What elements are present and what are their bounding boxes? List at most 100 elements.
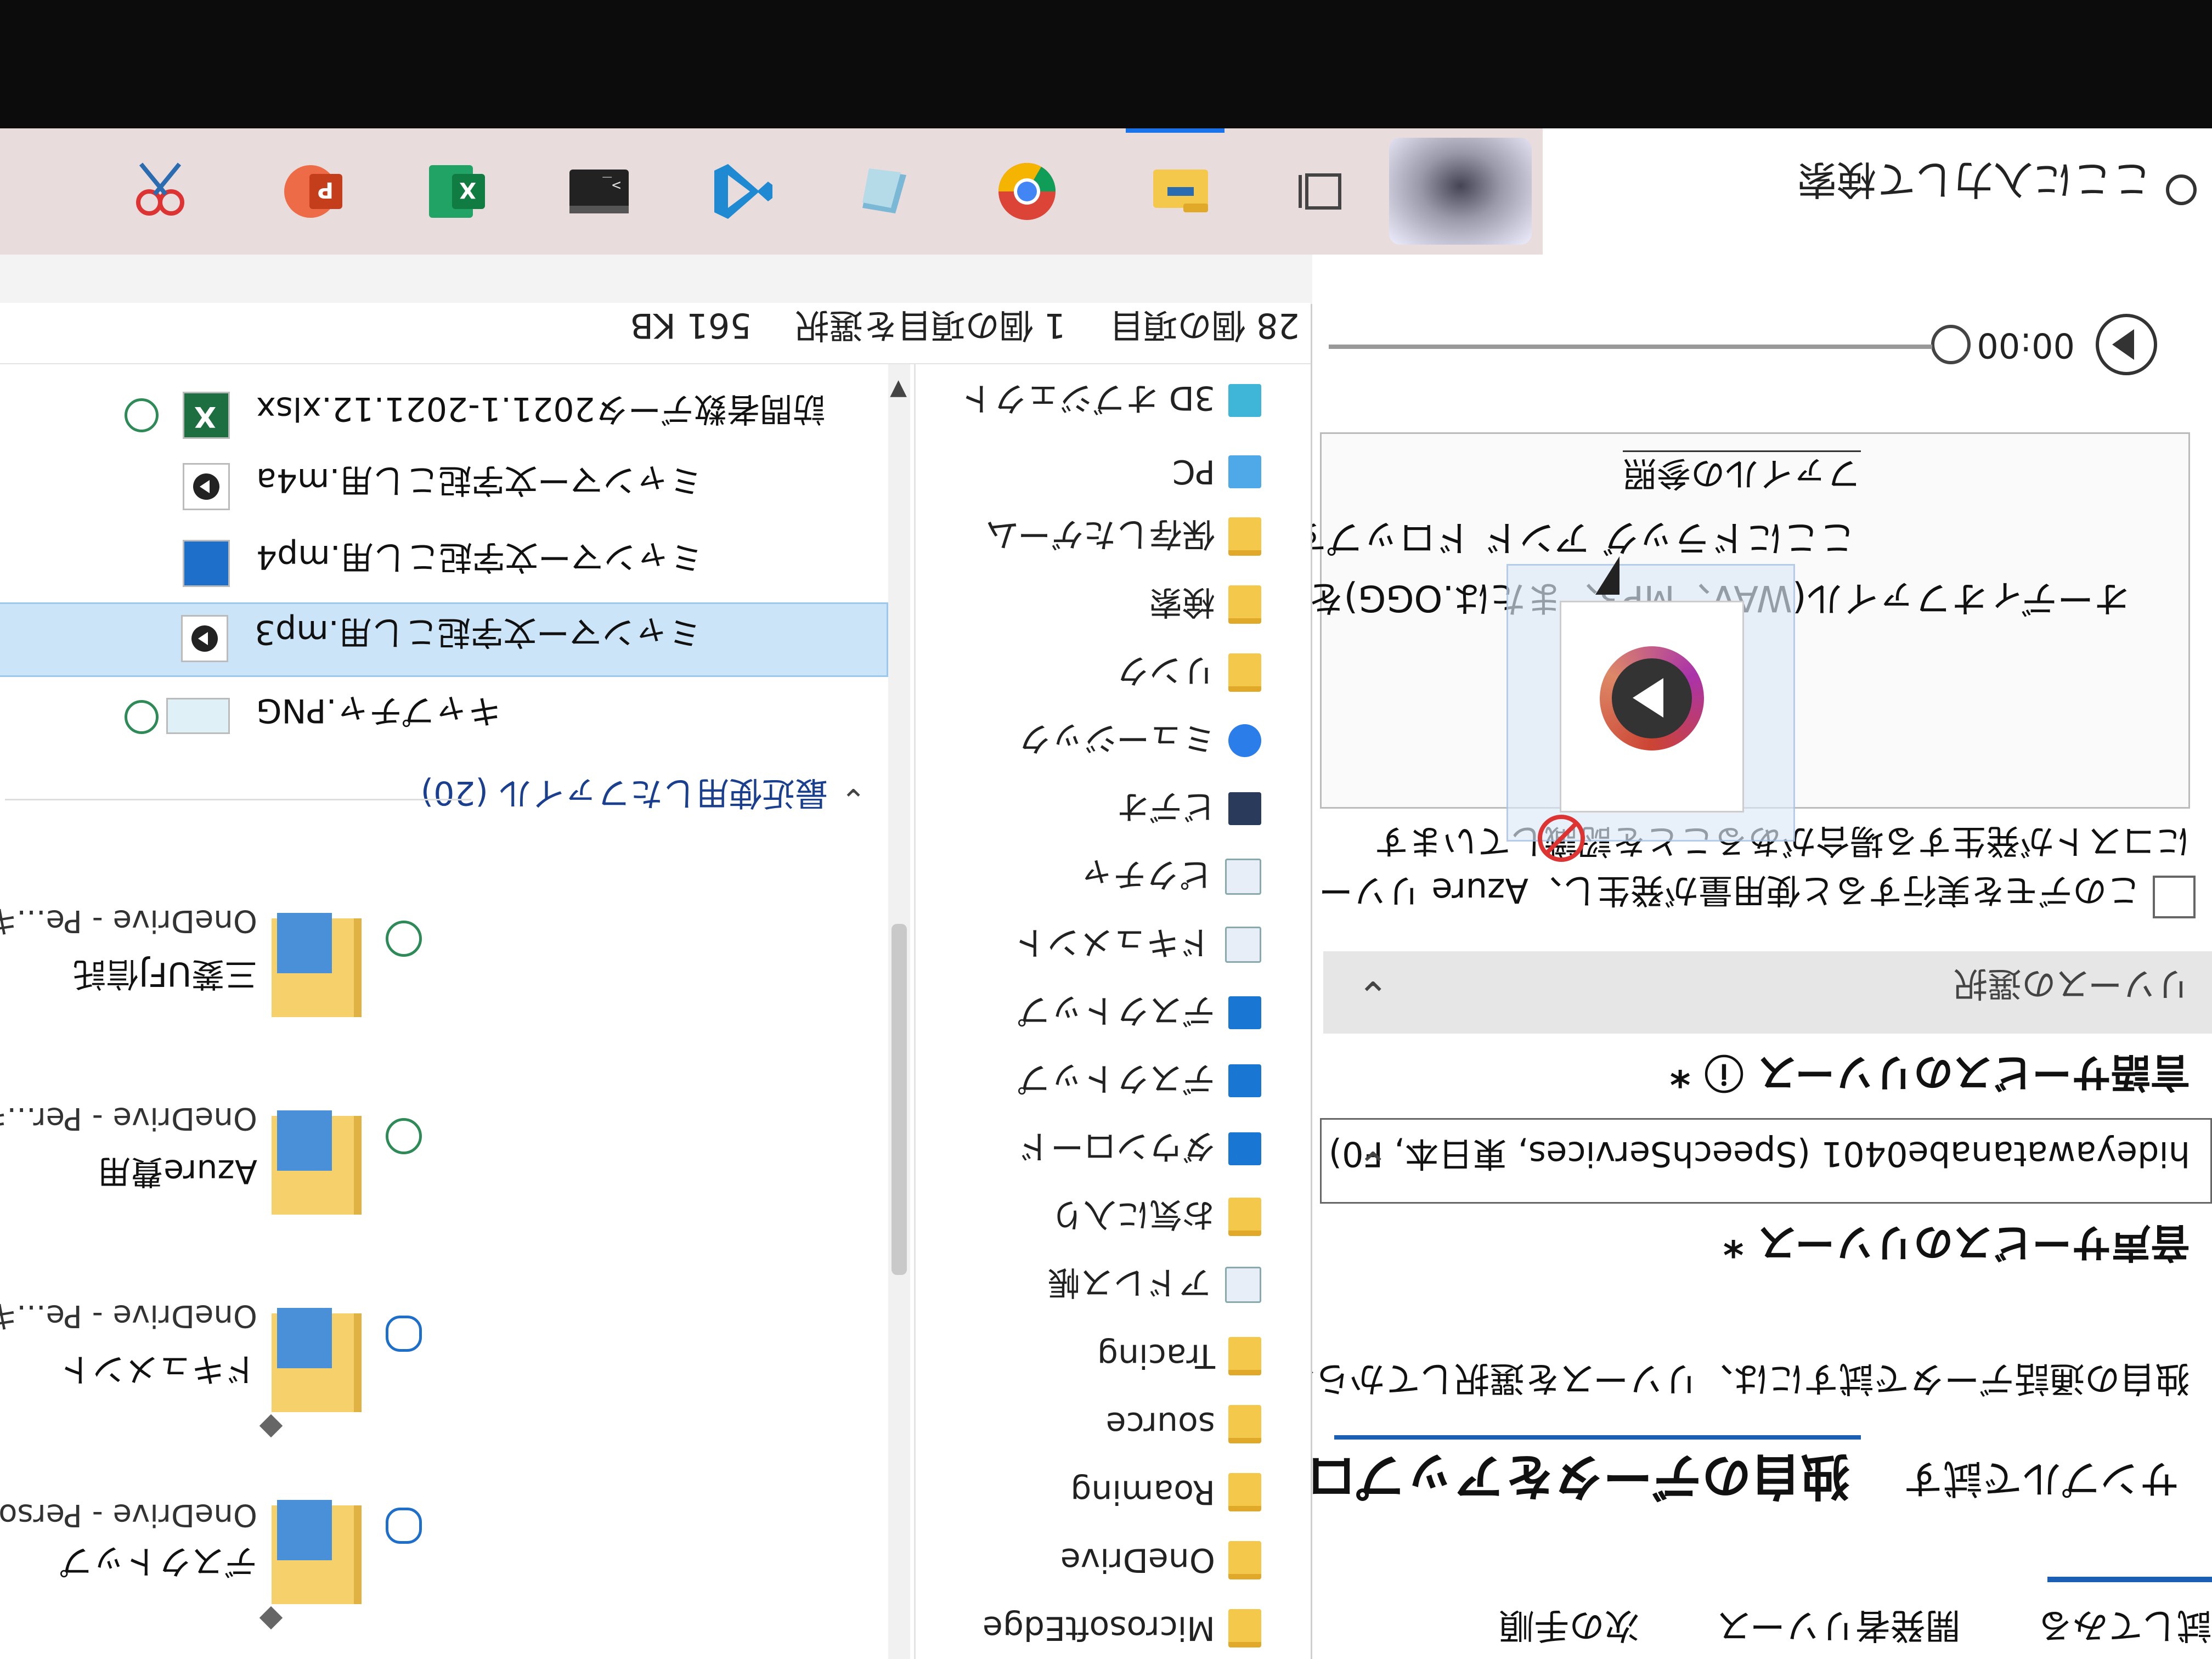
sidebar-item[interactable]: デスクトップ <box>1018 971 1261 1037</box>
excel-icon[interactable]: X <box>424 159 489 224</box>
tile-location: OneDrive - Pe...ギスクトップ <box>0 1298 257 1334</box>
mp4-file-icon <box>183 540 230 587</box>
sidebar-item-label: Tracing <box>1097 1336 1215 1375</box>
file-row[interactable]: ミャンマー文字起こし用.m4a <box>0 452 888 523</box>
scroll-up-arrow-icon[interactable]: ▼ <box>890 377 907 403</box>
file-row[interactable]: ミャンマー文字起こし用.mp3 <box>0 602 888 677</box>
play-button[interactable] <box>2096 314 2157 375</box>
search-icon <box>2166 174 2197 205</box>
sidebar-item[interactable]: お気に入り <box>1051 1175 1261 1241</box>
chrome-icon[interactable] <box>994 159 1060 224</box>
xlsx-file-icon <box>183 392 230 439</box>
sidebar-item[interactable]: リンク <box>1116 631 1261 697</box>
file-row[interactable]: 訪問者数データ2021.1-2021.12.xlsx <box>0 381 888 452</box>
taskbar: ここに入力して検索 >_ X P <box>0 128 2212 255</box>
sidebar-item[interactable]: ピクチャ <box>1081 835 1261 901</box>
sidebar-item[interactable]: source <box>1106 1379 1261 1445</box>
sidebar-item-label: お気に入り <box>1051 1195 1215 1233</box>
chevron-down-icon: ⌄ <box>1357 972 1389 1017</box>
files-app-icon[interactable] <box>851 159 917 224</box>
tile-title: 三菱UFJ信託 <box>72 955 257 993</box>
status-text: 28 個の項目 1 個の項目を選択 561 KB <box>597 304 1300 353</box>
folder-icon <box>1228 1609 1261 1647</box>
chevron-down-icon[interactable]: ⌄ <box>840 781 866 817</box>
quick-access-tile[interactable]: 三菱UFJ信託 OneDrive - Pe...ギスクトップ <box>0 874 422 1039</box>
seek-handle[interactable] <box>1931 325 1971 364</box>
sidebar-item[interactable]: OneDrive <box>1060 1515 1261 1581</box>
taskbar-search[interactable]: ここに入力して検索 <box>1543 128 2212 255</box>
status-selected: 1 個の項目を選択 <box>795 306 1066 346</box>
language-resource-placeholder: リソースの選択 <box>1954 964 2190 1004</box>
sidebar-item[interactable]: 3D オブジェクト <box>961 359 1261 425</box>
seek-track[interactable] <box>1329 345 1932 349</box>
player-time: 00:00 <box>1977 325 2075 365</box>
sidebar-item[interactable]: Tracing <box>1097 1311 1261 1377</box>
scrollbar-thumb[interactable] <box>891 924 907 1275</box>
search-placeholder: ここに入力して検索 <box>1797 156 2152 202</box>
sidebar-item-label: Roaming <box>1070 1472 1215 1511</box>
sidebar-item-label: 3D オブジェクト <box>961 379 1215 417</box>
sidebar-item[interactable]: ダウンロード <box>1018 1107 1261 1173</box>
consent-checkbox[interactable] <box>2153 876 2196 918</box>
web-page: 試してみる 開発者リソース 次の手順 サンプルで試す 独自のデータをアップロード… <box>1183 255 2212 1659</box>
file-explorer-window: 3D オブジェクト PC 保存したゲーム 検索 リンク ミュージック ビデオ ピクチャ ドキュメ… <box>0 303 1312 1659</box>
sidebar-item[interactable]: ビデオ <box>1116 767 1261 833</box>
blue-icon <box>1228 1064 1261 1098</box>
media-play-icon <box>193 473 219 500</box>
recent-files-header[interactable]: 最近使用したファイル (20) <box>421 772 828 820</box>
powerpoint-icon[interactable]: P <box>281 159 347 224</box>
folder-thumbnail <box>277 1110 332 1171</box>
svg-text:>_: >_ <box>602 176 621 195</box>
snipping-tool-icon[interactable] <box>127 159 193 224</box>
file-explorer-icon[interactable] <box>1148 159 1214 224</box>
terminal-icon[interactable]: >_ <box>566 159 632 224</box>
sidebar-item[interactable]: Roaming <box>1070 1447 1261 1513</box>
cloud-sync-icon <box>386 1316 422 1352</box>
sidebar-item[interactable]: 検索 <box>1149 563 1261 629</box>
tab-try[interactable]: 試してみる <box>2038 1605 2212 1645</box>
m4a-file-icon <box>183 463 230 510</box>
sidebar-item-label: PC <box>1172 452 1215 491</box>
task-view-icon[interactable] <box>1285 159 1351 224</box>
news-widget-icon[interactable] <box>1389 138 1532 245</box>
file-name: 訪問者数データ2021.1-2021.12.xlsx <box>256 390 826 428</box>
cloud-sync-icon <box>386 1508 422 1544</box>
file-row[interactable]: キャプチャ.PNG <box>0 682 888 754</box>
sidebar-item[interactable]: アドレス帳 <box>1047 1243 1261 1309</box>
browse-files-link[interactable]: ファイルの参照 <box>1622 450 1861 501</box>
sidebar-item[interactable]: MicrosoftEdge <box>983 1583 1261 1649</box>
tab-developer-resources[interactable]: 開発者リソース <box>1717 1605 1961 1645</box>
vscode-icon[interactable] <box>709 159 775 224</box>
navigation-scrollbar[interactable]: ▼ <box>888 364 910 1659</box>
png-file-icon <box>166 698 230 734</box>
tile-location: OneDrive - Per...ギ文字起こし <box>0 1101 257 1136</box>
tile-location: OneDrive - Personal <box>0 1497 257 1533</box>
tab-next-steps[interactable]: 次の手順 <box>1499 1605 1639 1645</box>
tab-sample[interactable]: サンプルで試す <box>1904 1453 2179 1511</box>
file-row[interactable]: ミャンマー文字起こし用.mp4 <box>0 529 888 600</box>
music-icon <box>1228 724 1261 758</box>
folder-icon <box>272 913 362 1017</box>
speech-resource-value: hideyawatanabe0401 (SpeechServices, 東日本,… <box>1328 1134 2190 1174</box>
active-app-indicator <box>1126 128 1224 133</box>
sidebar-item[interactable]: ドキュメント <box>1014 903 1261 969</box>
audio-player: 00:00 <box>1312 304 2212 386</box>
sidebar-item[interactable]: 保存したゲーム <box>986 495 1261 561</box>
sidebar-item-label: ビデオ <box>1116 787 1215 825</box>
sidebar-item-label: ダウンロード <box>1018 1127 1215 1165</box>
pin-icon <box>259 1414 283 1438</box>
tile-location: OneDrive - Pe...ギスクトップ <box>0 903 257 939</box>
sidebar-item[interactable]: PC <box>1172 427 1261 493</box>
status-bar: 28 個の項目 1 個の項目を選択 561 KB <box>0 303 1311 364</box>
sidebar-item-label: MicrosoftEdge <box>982 1609 1215 1647</box>
pin-icon <box>259 1606 283 1630</box>
quick-access-tile[interactable]: ドキュメント OneDrive - Pe...ギスクトップ <box>0 1269 422 1438</box>
sidebar-item[interactable]: ミュージック <box>1018 699 1261 765</box>
media-file-icon <box>1600 646 1704 751</box>
sidebar-item-label: デスクトップ <box>1018 1059 1215 1097</box>
status-size: 561 KB <box>630 306 752 346</box>
quick-access-tile[interactable]: デスクトップ OneDrive - Personal <box>0 1462 422 1630</box>
sidebar-item[interactable]: デスクトップ <box>1018 1039 1261 1105</box>
quick-access-tile[interactable]: Azure費用 OneDrive - Per...ギ文字起こし <box>0 1072 422 1237</box>
doc-icon <box>1225 859 1261 895</box>
